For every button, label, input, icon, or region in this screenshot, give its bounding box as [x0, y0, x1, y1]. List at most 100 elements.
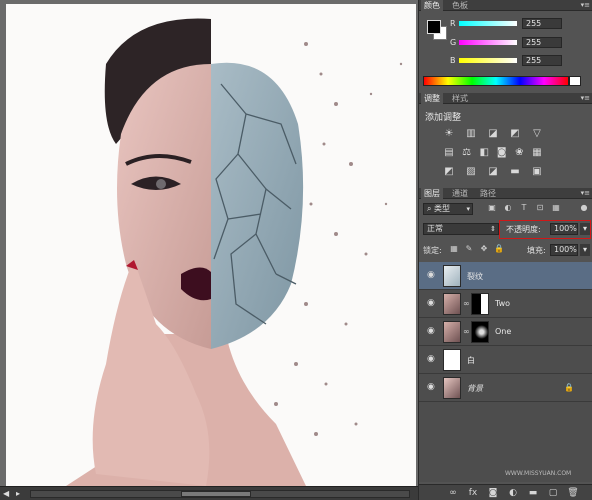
layer-row[interactable]: ◉ 背景 🔒	[419, 374, 592, 402]
lock-label: 锁定:	[423, 246, 442, 255]
vibrance-icon[interactable]: ▽	[531, 128, 543, 139]
tab-color[interactable]: 颜色	[421, 0, 443, 11]
color-lookup-icon[interactable]: ▦	[531, 147, 543, 158]
lock-position-icon[interactable]: ✥	[479, 244, 489, 254]
fill-dropdown-arrow[interactable]: ▾	[580, 244, 590, 256]
black-white-icon[interactable]: ◧	[478, 147, 490, 158]
fill-label: 填充:	[527, 246, 546, 255]
layer-kind-label: 类型	[434, 204, 451, 213]
type-filter-icon[interactable]: T	[519, 203, 529, 213]
layer-name[interactable]: One	[495, 327, 511, 336]
adjustment-row-3: ◩ ▨ ◪ ▬ ▣	[443, 166, 543, 178]
lock-all-icon[interactable]: 🔒	[494, 244, 504, 254]
channel-r-value[interactable]: 255	[522, 18, 562, 29]
link-icon[interactable]: ∞	[463, 327, 470, 336]
play-icon[interactable]: ▸	[16, 489, 20, 498]
add-adjustment-title: 添加调整	[425, 113, 462, 123]
adjustment-row-1: ☀ ▥ ◪ ◩ ▽	[443, 128, 543, 140]
watermark: WWW.MISSYUAN.COM	[505, 470, 572, 477]
color-panel-tabbar: 颜色 色板 ▾≡	[419, 0, 592, 11]
tab-paths[interactable]: 路径	[477, 188, 499, 199]
layer-name[interactable]: Two	[495, 299, 510, 308]
link-layers-icon[interactable]: ∞	[447, 487, 459, 499]
color-spectrum[interactable]	[423, 76, 569, 86]
portrait-artwork	[66, 18, 403, 486]
layer-row[interactable]: ◉ ∞ One	[419, 318, 592, 346]
link-icon[interactable]: ∞	[463, 299, 470, 308]
new-group-icon[interactable]: ▬	[527, 487, 539, 499]
layers-panel-tabbar: 图层 通道 路径 ▾≡	[419, 188, 592, 199]
new-layer-icon[interactable]: ▢	[547, 487, 559, 499]
channel-b-value[interactable]: 255	[522, 55, 562, 66]
adjustment-filter-icon[interactable]: ◐	[503, 203, 513, 213]
photo-filter-icon[interactable]: ◙	[496, 147, 508, 158]
layer-row[interactable]: ◉ 裂纹	[419, 262, 592, 290]
brightness-icon[interactable]: ☀	[443, 128, 455, 139]
tab-channels[interactable]: 通道	[449, 188, 471, 199]
shape-filter-icon[interactable]: ⊡	[535, 203, 545, 213]
channel-mixer-icon[interactable]: ❀	[513, 147, 525, 158]
eye-icon[interactable]: ◉	[427, 326, 439, 336]
fill-input[interactable]: 100%	[550, 244, 578, 256]
foreground-color-swatch[interactable]	[427, 20, 441, 34]
add-mask-icon[interactable]: ◙	[487, 487, 499, 499]
lock-fill-row: 锁定: ▦ ✎ ✥ 🔒 填充: 100% ▾	[419, 244, 592, 259]
layer-thumbnail	[443, 321, 461, 343]
tab-swatches[interactable]: 色板	[449, 0, 471, 11]
lock-transparent-icon[interactable]: ▦	[449, 244, 459, 254]
horizontal-scrollbar[interactable]	[30, 490, 410, 498]
tab-adjustments[interactable]: 调整	[421, 93, 443, 104]
layer-mask-thumbnail[interactable]	[471, 293, 489, 315]
layer-name[interactable]: 白	[467, 355, 475, 366]
layer-row[interactable]: ◉ 白	[419, 346, 592, 374]
layer-name[interactable]: 背景	[467, 383, 483, 394]
blend-mode-dropdown[interactable]: 正常 ⇕	[423, 223, 499, 235]
layer-filter-row: ⌕ 类型 ▾ ▣ ◐ T ⊡ ▦ ●	[419, 203, 592, 218]
levels-icon[interactable]: ▥	[465, 128, 477, 139]
lock-icon[interactable]: 🔒	[564, 383, 574, 392]
color-balance-icon[interactable]: ⚖	[461, 147, 473, 158]
selective-color-icon[interactable]: ▣	[531, 166, 543, 177]
panel-menu-icon[interactable]: ▾≡	[581, 189, 590, 197]
white-swatch[interactable]	[569, 76, 581, 86]
delete-layer-icon[interactable]: 🗑	[567, 487, 579, 499]
exposure-icon[interactable]: ◩	[509, 128, 521, 139]
channel-r-slider[interactable]	[459, 21, 517, 26]
tab-styles[interactable]: 样式	[449, 93, 471, 104]
gradient-map-icon[interactable]: ▬	[509, 166, 521, 177]
threshold-icon[interactable]: ◪	[487, 166, 499, 177]
new-adjustment-icon[interactable]: ◐	[507, 487, 519, 499]
eye-icon[interactable]: ◉	[427, 354, 439, 364]
channel-g-slider[interactable]	[459, 40, 517, 45]
curves-icon[interactable]: ◪	[487, 128, 499, 139]
hue-saturation-icon[interactable]: ▤	[443, 147, 455, 158]
scrollbar-thumb[interactable]	[181, 491, 251, 497]
status-bar: ◀ ▸	[0, 486, 418, 500]
layer-name[interactable]: 裂纹	[467, 271, 483, 282]
filter-toggle-icon[interactable]: ●	[579, 203, 589, 213]
layer-mask-thumbnail[interactable]	[471, 321, 489, 343]
invert-icon[interactable]: ◩	[443, 166, 455, 177]
panel-menu-icon[interactable]: ▾≡	[581, 1, 590, 9]
posterize-icon[interactable]: ▨	[465, 166, 477, 177]
layer-thumbnail	[443, 293, 461, 315]
pixel-filter-icon[interactable]: ▣	[487, 203, 497, 213]
lock-image-icon[interactable]: ✎	[464, 244, 474, 254]
channel-b-slider[interactable]	[459, 58, 517, 63]
channel-g-value[interactable]: 255	[522, 37, 562, 48]
eye-icon[interactable]: ◉	[427, 270, 439, 280]
layer-row[interactable]: ◉ ∞ Two	[419, 290, 592, 318]
panel-menu-icon[interactable]: ▾≡	[581, 94, 590, 102]
eye-icon[interactable]: ◉	[427, 298, 439, 308]
artwork-image[interactable]	[6, 4, 416, 486]
channel-g-label: G	[450, 38, 457, 47]
channel-r-label: R	[450, 19, 456, 28]
scroll-left-icon[interactable]: ◀	[3, 489, 9, 498]
tab-layers[interactable]: 图层	[421, 188, 443, 199]
fx-icon[interactable]: fx	[467, 487, 479, 499]
eye-icon[interactable]: ◉	[427, 382, 439, 392]
smart-object-filter-icon[interactable]: ▦	[551, 203, 561, 213]
document-canvas[interactable]	[0, 0, 418, 486]
layer-kind-dropdown[interactable]: ⌕ 类型 ▾	[423, 203, 473, 215]
layer-thumbnail	[443, 265, 461, 287]
